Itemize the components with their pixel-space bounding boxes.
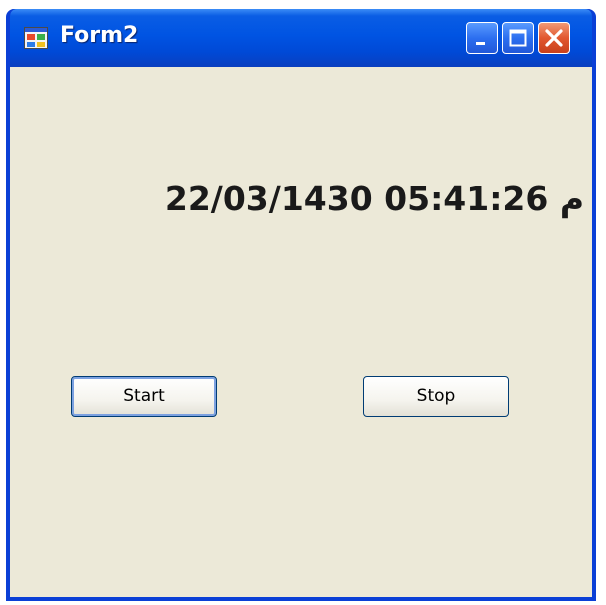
close-icon	[545, 29, 563, 47]
title-bar[interactable]: Form2	[10, 9, 592, 67]
start-button[interactable]: Start	[71, 376, 217, 417]
minimize-icon	[476, 42, 485, 45]
close-button[interactable]	[538, 22, 570, 54]
app-form-icon[interactable]	[24, 27, 48, 49]
form2-window: Form2 22/03/1430 05:41:26 م Start Stop	[6, 9, 596, 601]
form-client-area: 22/03/1430 05:41:26 م Start Stop	[10, 67, 592, 597]
maximize-icon	[509, 29, 527, 47]
minimize-button[interactable]	[466, 22, 498, 54]
datetime-label: 22/03/1430 05:41:26 م	[164, 179, 584, 218]
maximize-button[interactable]	[502, 22, 534, 54]
stop-button[interactable]: Stop	[363, 376, 509, 417]
window-title: Form2	[60, 23, 139, 48]
